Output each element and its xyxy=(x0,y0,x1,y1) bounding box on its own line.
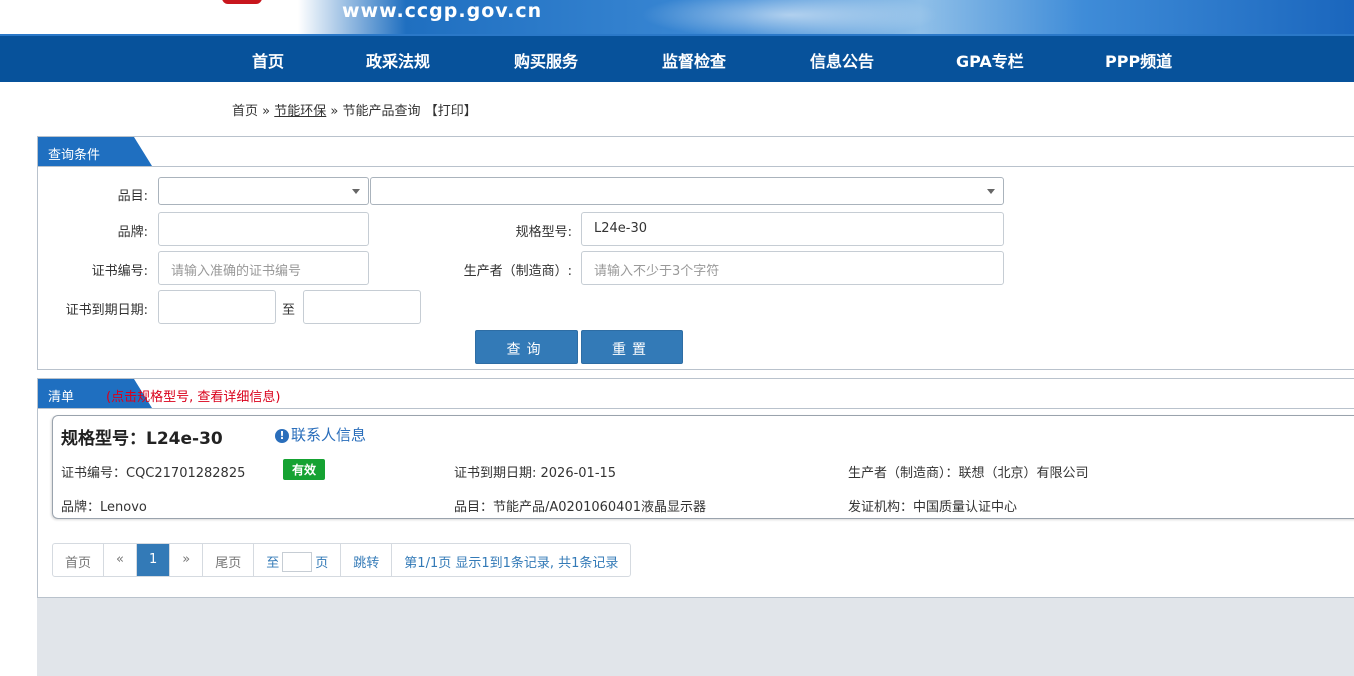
nav-item-ppp[interactable]: PPP频道 xyxy=(1105,48,1172,72)
expiry-start-input[interactable] xyxy=(158,290,276,324)
expiry-label: 证书到期日期: xyxy=(65,303,148,318)
nav-item-services[interactable]: 购买服务 xyxy=(514,48,578,72)
expiry-end-input[interactable] xyxy=(303,290,421,324)
category-select-primary[interactable] xyxy=(158,177,369,205)
pager-page-1[interactable]: 1 xyxy=(136,544,171,576)
category-value: 品目：节能产品/A0201060401液晶显示器 xyxy=(454,500,706,515)
pager-prev[interactable]: « xyxy=(104,544,137,576)
cert-no-input[interactable]: 请输入准确的证书编号 xyxy=(158,251,369,285)
pager-page-input[interactable] xyxy=(282,551,313,572)
info-icon: ! xyxy=(275,429,289,443)
pager-last[interactable]: 尾页 xyxy=(203,544,255,576)
pager-first[interactable]: 首页 xyxy=(53,544,105,576)
results-panel: 清单 (点击规格型号, 查看详细信息) 规格型号：L24e-30 ! 联系人信息 … xyxy=(37,378,1354,598)
reset-button[interactable]: 重置 xyxy=(581,330,683,364)
cert-no-value: 证书编号：CQC21701282825 xyxy=(61,466,246,481)
breadcrumb-current: 节能产品查询 xyxy=(342,104,421,119)
site-logo xyxy=(222,0,262,4)
panel-divider xyxy=(38,166,1354,167)
query-panel-tab: 查询条件 xyxy=(38,137,152,166)
pager-goto-label: 至 xyxy=(266,556,280,571)
pager-jump-button[interactable]: 跳转 xyxy=(341,544,393,576)
banner-decoration xyxy=(640,0,940,34)
nav-item-regulations[interactable]: 政采法规 xyxy=(366,48,430,72)
query-panel: 查询条件 品目: 品牌: 规格型号: L24e-30 证书编号: 请输入准确的证… xyxy=(37,136,1354,370)
site-banner: www.ccgp.gov.cn xyxy=(0,0,1354,34)
site-url: www.ccgp.gov.cn xyxy=(342,0,543,22)
panel-divider xyxy=(38,408,1354,409)
breadcrumb-home[interactable]: 首页 xyxy=(232,104,258,119)
result-card: 规格型号：L24e-30 ! 联系人信息 证书编号：CQC21701282825 … xyxy=(52,415,1354,519)
breadcrumb-separator: » xyxy=(262,104,271,119)
brand-label: 品牌: xyxy=(117,225,148,240)
nav-item-announcements[interactable]: 信息公告 xyxy=(810,48,874,72)
print-link[interactable]: 【打印】 xyxy=(425,104,477,119)
main-nav: 首页 政采法规 购买服务 监督检查 信息公告 GPA专栏 PPP频道 xyxy=(0,34,1354,82)
nav-item-home[interactable]: 首页 xyxy=(252,48,284,72)
chevron-down-icon xyxy=(987,189,995,194)
pager-goto: 至页 xyxy=(254,544,342,576)
breadcrumb-section-link[interactable]: 节能环保 xyxy=(274,104,326,119)
breadcrumb-separator: » xyxy=(330,104,339,119)
pager-page-unit: 页 xyxy=(315,556,329,571)
maker-label: 生产者（制造商）: xyxy=(463,264,572,279)
contact-info-link[interactable]: ! 联系人信息 xyxy=(275,424,366,445)
model-input[interactable]: L24e-30 xyxy=(581,212,1004,246)
chevron-down-icon xyxy=(352,189,360,194)
cert-no-label: 证书编号: xyxy=(91,264,148,279)
brand-value: 品牌：Lenovo xyxy=(61,500,147,515)
issuer-value: 发证机构：中国质量认证中心 xyxy=(848,500,1018,515)
pagination: 首页 « 1 » 尾页 至页 跳转 第1/1页 显示1到1条记录, 共1条记录 xyxy=(52,543,632,577)
pager-summary: 第1/1页 显示1到1条记录, 共1条记录 xyxy=(404,556,619,571)
contact-info-label: 联系人信息 xyxy=(291,426,367,444)
category-select-secondary[interactable] xyxy=(370,177,1004,205)
nav-item-supervision[interactable]: 监督检查 xyxy=(662,48,726,72)
breadcrumb: 首页 » 节能环保 » 节能产品查询 【打印】 xyxy=(232,100,477,119)
expiry-value: 证书到期日期: 2026-01-15 xyxy=(454,466,617,481)
results-hint: (点击规格型号, 查看详细信息) xyxy=(106,390,281,405)
expiry-range-separator: 至 xyxy=(282,303,296,318)
model-label: 规格型号: xyxy=(515,225,572,240)
maker-input[interactable]: 请输入不少于3个字符 xyxy=(581,251,1004,285)
page-background xyxy=(37,598,1354,676)
status-badge: 有效 xyxy=(283,459,326,480)
category-label: 品目: xyxy=(117,189,148,204)
brand-input[interactable] xyxy=(158,212,369,246)
maker-value: 生产者（制造商）：联想（北京）有限公司 xyxy=(848,466,1089,481)
pager-next[interactable]: » xyxy=(170,544,204,576)
result-model-link[interactable]: 规格型号：L24e-30 xyxy=(61,424,223,449)
nav-item-gpa[interactable]: GPA专栏 xyxy=(956,48,1024,72)
search-button[interactable]: 查询 xyxy=(475,330,578,364)
